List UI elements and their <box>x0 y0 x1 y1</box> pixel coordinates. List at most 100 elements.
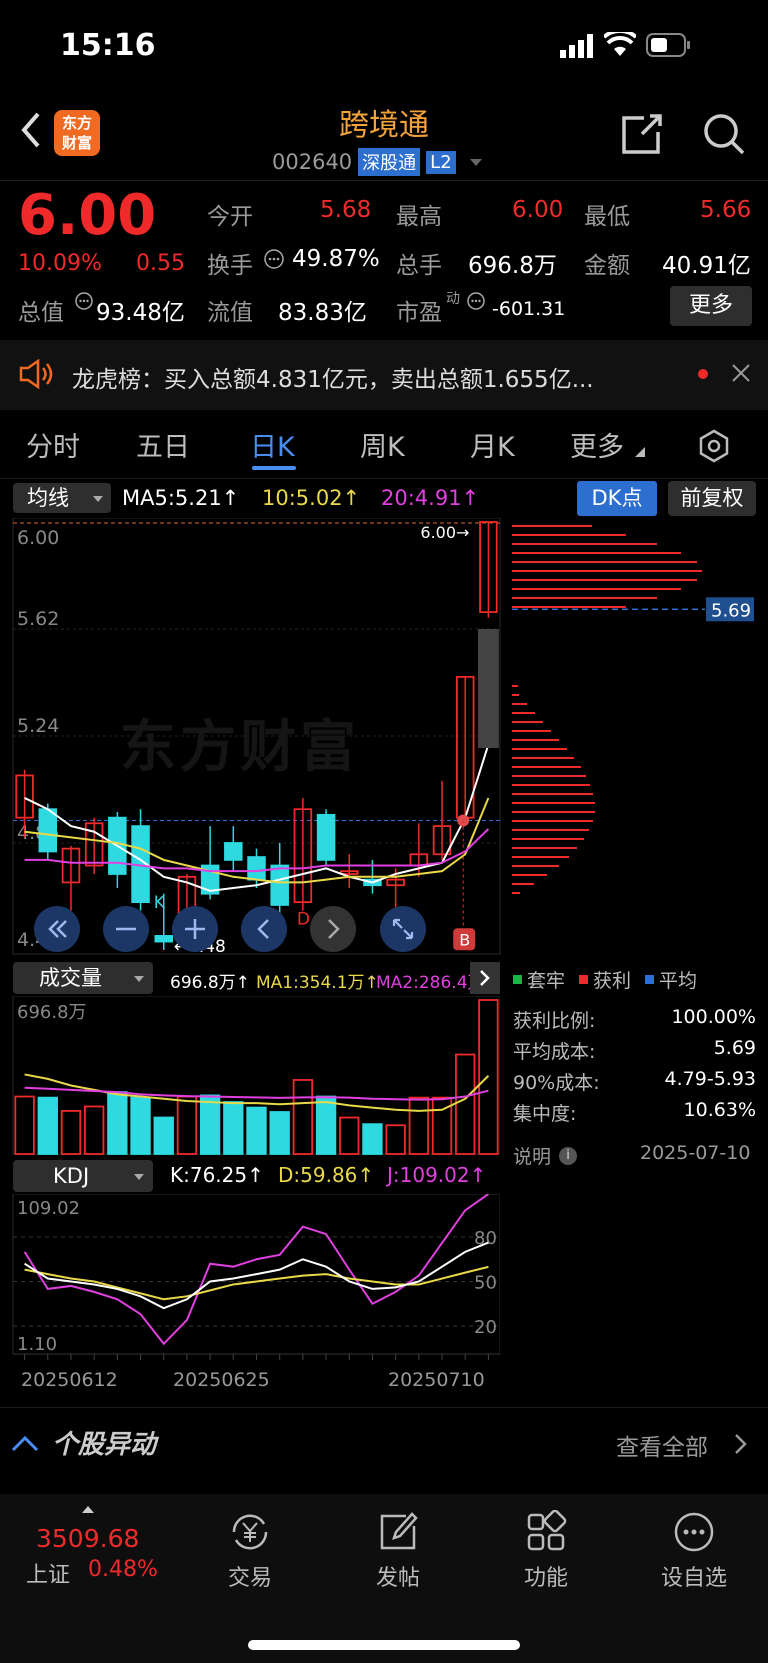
y-tick-label: 5.24 <box>17 715 59 737</box>
info-dots-icon[interactable] <box>466 291 486 315</box>
k-marker: K <box>154 893 166 913</box>
total-value-label: 总值 <box>18 300 64 326</box>
indicator-select-volume[interactable]: 成交量 <box>13 962 153 994</box>
float-value: 83.83亿 <box>278 300 367 326</box>
exchange-badge: 深股通 <box>358 148 421 176</box>
y-tick-label: 5.62 <box>17 608 59 630</box>
chip-row-profit-ratio: 获利比例: 100.00% <box>513 1006 756 1032</box>
low-value: 5.66 <box>700 197 752 223</box>
nav-post[interactable]: 发帖 <box>343 1510 453 1592</box>
kdj-max-label: 109.02 <box>17 1198 80 1219</box>
chevron-down-icon <box>134 1174 144 1180</box>
kdj-level-label: 50 <box>474 1273 497 1294</box>
search-icon[interactable] <box>702 112 746 160</box>
step-left-button[interactable] <box>241 906 287 952</box>
chevron-right-icon[interactable] <box>470 962 500 994</box>
battery-icon <box>646 32 692 62</box>
volume-bar <box>339 1116 360 1155</box>
volume-chart: 696.8万 <box>12 996 500 1155</box>
tab-more[interactable]: 更多 <box>570 425 624 464</box>
tab-daily-k[interactable]: 日K <box>250 425 295 464</box>
candle-body <box>270 864 289 906</box>
info-dots-icon[interactable] <box>263 248 285 274</box>
chip-row-avg-cost: 平均成本: 5.69 <box>513 1037 756 1063</box>
volume-bar <box>269 1111 290 1155</box>
open-value: 5.68 <box>320 197 372 223</box>
close-icon[interactable] <box>730 362 752 388</box>
pe-value: -601.31 <box>492 298 566 320</box>
tab-intraday[interactable]: 分时 <box>26 425 80 464</box>
volume-ma1-line <box>24 1073 490 1112</box>
date-label: 20250612 <box>21 1369 118 1391</box>
kdj-level-label: 20 <box>474 1317 497 1338</box>
grid-icon <box>524 1509 568 1554</box>
kline-chart[interactable]: 6.005.625.244.864.486.00→←4.48KDB5.69 <box>0 518 768 958</box>
kdj-k-readout: K:76.25↑ <box>170 1163 264 1187</box>
tab-weekly-k[interactable]: 周K <box>360 425 405 464</box>
candle-body <box>38 808 58 853</box>
volume-bar <box>408 1096 430 1155</box>
low-label: 最低 <box>584 204 630 230</box>
d-marker: D <box>297 910 310 930</box>
more-button[interactable]: 更多 <box>670 286 752 326</box>
chip-legend: 套牢 获利 平均 <box>513 966 697 993</box>
chevron-down-icon <box>93 496 103 502</box>
volume-value: 696.8万 <box>468 253 557 279</box>
legend-swatch-average <box>645 975 655 984</box>
volume-bar <box>223 1101 244 1155</box>
high-label: 最高 <box>396 204 442 230</box>
kdj-d-readout: D:59.86↑ <box>278 1163 375 1187</box>
gear-icon[interactable] <box>696 428 732 468</box>
kdj-level-label: 80 <box>474 1228 497 1249</box>
tab-monthly-k[interactable]: 月K <box>470 425 515 464</box>
share-icon[interactable] <box>620 112 664 160</box>
high-value: 6.00 <box>512 197 564 223</box>
adjust-price-button[interactable]: 前复权 <box>668 481 756 516</box>
last-price: 6.00 <box>18 183 157 248</box>
amount-value: 40.91亿 <box>662 253 751 279</box>
level-badge: L2 <box>426 150 456 174</box>
volume-bar <box>107 1091 128 1155</box>
index-name[interactable]: 上证 <box>26 1557 70 1589</box>
legend-swatch-profit <box>579 975 589 984</box>
nav-trade[interactable]: 交易 <box>195 1510 305 1592</box>
date-label: 20250710 <box>388 1369 485 1391</box>
home-indicator <box>248 1640 520 1650</box>
rewind-button[interactable] <box>34 906 80 952</box>
chip-stats: 获利比例: 100.00% 平均成本: 5.69 90%成本: 4.79-5.93 集… <box>513 1006 756 1130</box>
dk-point-button[interactable]: DK点 <box>577 481 657 516</box>
nav-functions[interactable]: 功能 <box>491 1509 601 1592</box>
chevron-up-icon[interactable] <box>10 1432 40 1458</box>
edit-icon <box>376 1510 420 1554</box>
index-value[interactable]: 3509.68 <box>36 1524 139 1553</box>
nav-watchlist[interactable]: 设自选 <box>639 1510 749 1592</box>
info-icon[interactable]: i <box>559 1146 578 1165</box>
kdj-d-line <box>24 1265 489 1301</box>
chip-note[interactable]: 说明 i <box>513 1142 578 1169</box>
triangle-up-icon <box>82 1506 94 1513</box>
volume-bar <box>246 1106 267 1155</box>
fullscreen-button[interactable] <box>380 906 426 952</box>
vol-ma1-readout: MA1:354.1万↑ <box>256 973 379 993</box>
zoom-in-button[interactable] <box>172 906 218 952</box>
volume-bar <box>199 1094 221 1155</box>
avg-cost-tag-label: 5.69 <box>711 600 751 621</box>
volume-bar <box>292 1079 314 1155</box>
chip-date: 2025-07-10 <box>640 1142 751 1164</box>
dropdown-arrow-icon[interactable] <box>469 158 482 166</box>
tab-five-day[interactable]: 五日 <box>136 425 190 464</box>
step-right-button[interactable] <box>310 906 356 952</box>
info-dots-icon[interactable] <box>74 291 94 315</box>
candle-body <box>224 842 243 861</box>
selected-candle-highlight <box>477 629 499 748</box>
index-pct[interactable]: 0.48% <box>88 1557 158 1582</box>
volume-bar <box>153 1116 174 1155</box>
indicator-select-kdj[interactable]: KDJ <box>13 1160 153 1192</box>
wifi-icon <box>602 28 638 62</box>
volume-bar <box>37 1096 58 1155</box>
volume-bar <box>385 1124 406 1155</box>
view-all-link[interactable]: 查看全部 <box>616 1428 708 1462</box>
notice-text[interactable]: 龙虎榜：买入总额4.831亿元，卖出总额1.655亿... <box>72 360 662 394</box>
zoom-out-button[interactable] <box>103 906 149 952</box>
chevron-right-icon[interactable] <box>733 1432 749 1460</box>
